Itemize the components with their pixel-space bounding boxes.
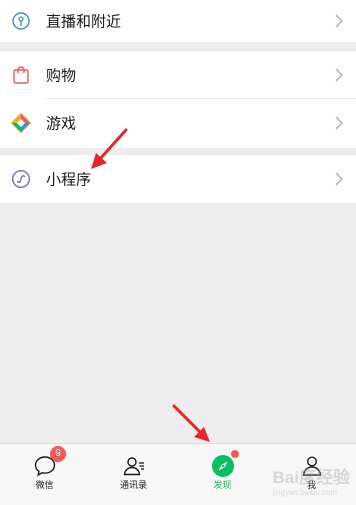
shopping-bag-icon <box>13 66 29 84</box>
menu-item-label: 小程序 <box>46 170 92 189</box>
menu-item-shopping[interactable]: 购物 <box>0 51 356 99</box>
chevron-right-icon <box>335 116 344 130</box>
tab-contacts[interactable]: 通讯录 <box>89 444 178 505</box>
discover-compass-icon <box>211 455 234 477</box>
chevron-right-icon <box>335 14 344 28</box>
watermark-sub: jingyan.baidu.com <box>272 488 338 497</box>
menu-item-label: 直播和附近 <box>46 12 122 31</box>
game-diamond-icon <box>11 113 31 133</box>
contacts-icon <box>123 457 144 476</box>
chevron-right-icon <box>335 68 344 82</box>
menu-group-3: 小程序 <box>0 155 356 203</box>
baidu-jingyan-watermark: Bai度经验 jingyan.baidu.com <box>273 463 350 497</box>
menu-item-games[interactable]: 游戏 <box>0 99 356 147</box>
new-content-dot <box>231 450 239 458</box>
tab-label: 通讯录 <box>119 481 147 491</box>
menu-group-1: 直播和附近 <box>0 0 356 42</box>
discover-screen: 直播和附近 购物 游戏 小程序 9 微信 通讯录 发现 我 Bai度经验 jin… <box>0 0 356 505</box>
unread-badge: 9 <box>50 446 66 462</box>
menu-item-live-nearby[interactable]: 直播和附近 <box>0 0 356 42</box>
annotation-arrow <box>172 404 210 442</box>
tab-label: 发现 <box>213 481 232 491</box>
tab-discover[interactable]: 发现 <box>178 444 267 505</box>
tab-chats[interactable]: 9 微信 <box>0 444 89 505</box>
menu-item-mini-programs[interactable]: 小程序 <box>0 155 356 203</box>
menu-group-2: 购物 游戏 <box>0 51 356 148</box>
menu-item-label: 游戏 <box>46 114 77 133</box>
watermark-main: Bai度经验 <box>272 468 350 487</box>
mini-program-icon <box>11 169 31 189</box>
menu-item-label: 购物 <box>46 66 77 85</box>
bottom-tab-bar: 9 微信 通讯录 发现 我 Bai度经验 jingyan.baidu.com <box>0 443 356 505</box>
chevron-right-icon <box>335 172 344 186</box>
tab-label: 微信 <box>35 481 54 491</box>
live-nearby-icon <box>12 12 30 30</box>
